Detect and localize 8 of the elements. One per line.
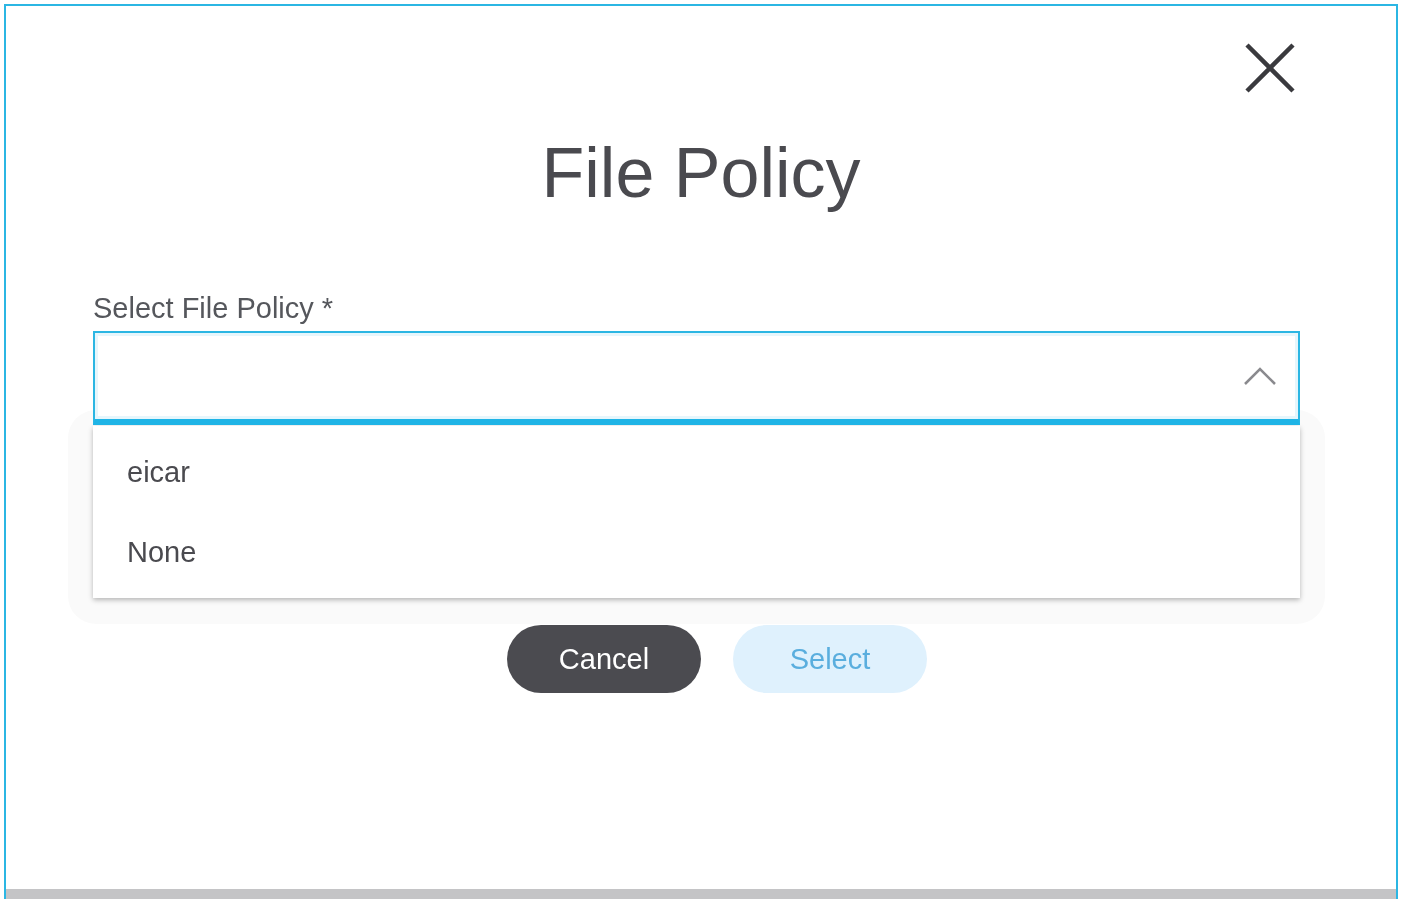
- dropdown-option[interactable]: None: [93, 512, 1300, 592]
- close-button[interactable]: [1244, 42, 1296, 94]
- chevron-up-icon: [1244, 367, 1276, 385]
- select-field[interactable]: [93, 331, 1300, 425]
- dropdown-option[interactable]: eicar: [93, 432, 1300, 512]
- close-icon: [1244, 42, 1296, 94]
- field-label: Select File Policy *: [93, 292, 335, 325]
- cancel-button[interactable]: Cancel: [507, 625, 701, 693]
